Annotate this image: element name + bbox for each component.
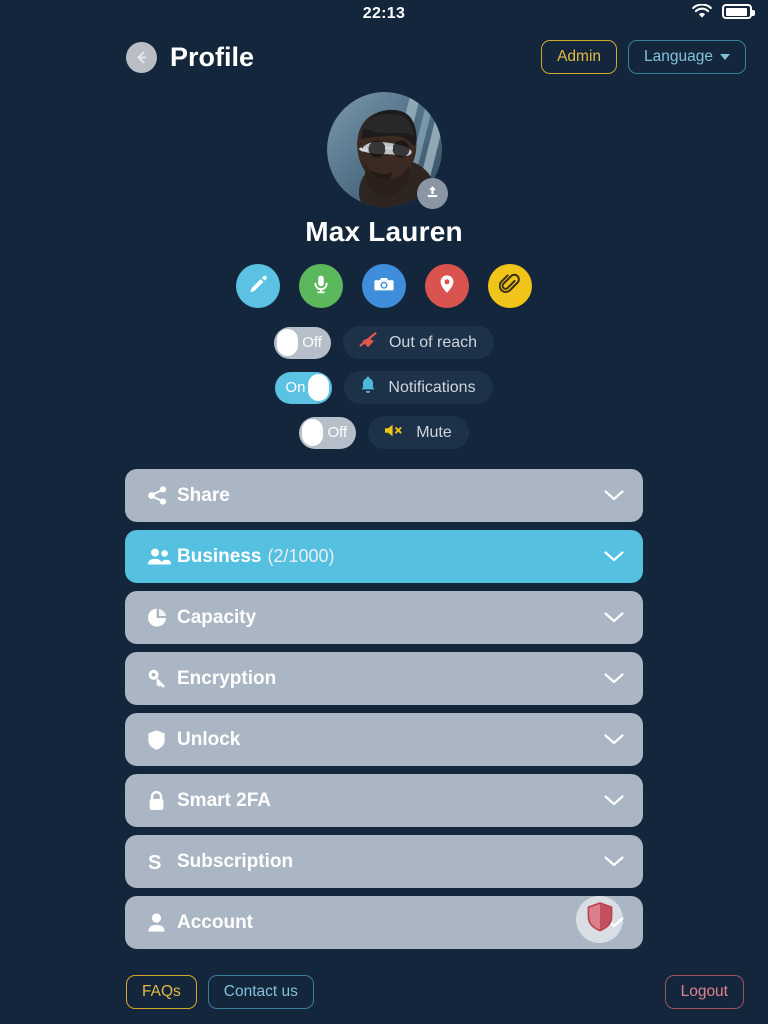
volume-mute-icon	[383, 422, 405, 444]
out-of-reach-label-pill[interactable]: Out of reach	[342, 326, 495, 359]
users-icon	[147, 547, 173, 567]
notifications-label: Notifications	[388, 378, 476, 396]
mute-switch[interactable]: Off	[299, 416, 357, 449]
toggle-row-out-of-reach: Off Out of reach	[273, 326, 495, 359]
lock-icon	[147, 790, 173, 812]
header-actions: Admin Language	[541, 40, 746, 74]
paperclip-icon	[498, 273, 521, 300]
chevron-down-icon[interactable]	[603, 794, 625, 807]
svg-text:S: S	[148, 852, 161, 873]
attach-action-button[interactable]	[488, 264, 532, 308]
list-item-capacity-label: Capacity	[177, 606, 257, 628]
list-item-share-label: Share	[177, 484, 230, 506]
mute-label: Mute	[416, 423, 452, 441]
wifi-icon	[692, 4, 712, 19]
mute-label-pill[interactable]: Mute	[368, 416, 469, 449]
bottom-bar: FAQs Contact us Logout	[0, 968, 768, 1024]
list-item-capacity[interactable]: Capacity	[125, 591, 643, 644]
status-bar: 22:13	[0, 0, 768, 28]
list-item-unlock[interactable]: Unlock	[125, 713, 643, 766]
avatar[interactable]	[326, 92, 448, 209]
arrow-left-icon	[133, 49, 150, 66]
shield-half-icon	[586, 901, 614, 938]
pie-chart-icon	[147, 607, 173, 628]
list-item-business[interactable]: Business (2/1000)	[125, 530, 643, 583]
shield-icon	[147, 729, 173, 751]
security-badge-button[interactable]	[576, 896, 623, 943]
key-icon	[147, 668, 173, 689]
list-item-smart-2fa[interactable]: Smart 2FA	[125, 774, 643, 827]
battery-icon	[722, 4, 755, 19]
back-button[interactable]	[126, 41, 157, 73]
list-item-unlock-label: Unlock	[177, 728, 241, 750]
settings-list: Share Business (2/1000) Capacity Encrypt…	[125, 469, 643, 949]
language-dropdown[interactable]: Language	[628, 40, 746, 74]
toggle-list: Off Out of reach On Notifications Off Mu…	[0, 326, 768, 449]
upload-icon	[424, 183, 441, 205]
stripe-s-icon: S	[147, 851, 173, 873]
chevron-down-icon[interactable]	[603, 611, 625, 624]
status-indicators	[692, 4, 755, 19]
page-title: Profile	[170, 41, 255, 72]
caret-down-icon	[720, 54, 730, 60]
profile-header: Max Lauren	[0, 92, 768, 248]
list-item-smart-2fa-label: Smart 2FA	[177, 789, 271, 811]
language-dropdown-label: Language	[644, 48, 713, 65]
contact-us-button-label: Contact us	[223, 983, 298, 1000]
admin-button[interactable]: Admin	[541, 40, 618, 74]
map-pin-icon	[436, 273, 458, 300]
admin-button-label: Admin	[557, 48, 602, 65]
toggle-row-mute: Off Mute	[299, 416, 469, 449]
quick-actions	[0, 264, 768, 308]
out-of-reach-switch[interactable]: Off	[273, 326, 331, 359]
edit-action-button[interactable]	[236, 264, 280, 308]
notifications-switch-state: On	[285, 379, 306, 396]
signal-off-icon	[358, 331, 378, 354]
chevron-down-icon[interactable]	[603, 733, 625, 746]
faqs-button-label: FAQs	[142, 983, 181, 1000]
list-item-account-label: Account	[177, 911, 253, 933]
logout-button[interactable]: Logout	[664, 975, 744, 1009]
profile-screen: 22:13 Profile Admin Language Max Lauren …	[0, 0, 768, 1024]
list-item-account[interactable]: Account	[125, 896, 643, 949]
chevron-down-icon[interactable]	[603, 550, 625, 563]
status-time: 22:13	[362, 5, 406, 22]
out-of-reach-label: Out of reach	[388, 333, 478, 351]
notifications-label-pill[interactable]: Notifications	[344, 371, 493, 404]
list-item-subscription-label: Subscription	[177, 850, 294, 872]
voice-action-button[interactable]	[299, 264, 343, 308]
chevron-down-icon[interactable]	[603, 672, 625, 685]
list-item-subscription[interactable]: S Subscription	[125, 835, 643, 888]
list-item-share[interactable]: Share	[125, 469, 643, 522]
faqs-button[interactable]: FAQs	[126, 975, 197, 1009]
out-of-reach-switch-state: Off	[302, 334, 322, 351]
pencil-icon	[247, 273, 269, 300]
list-item-business-label: Business	[177, 545, 262, 567]
header-bar: Profile Admin Language	[0, 28, 768, 86]
notifications-switch[interactable]: On	[275, 371, 333, 404]
logout-button-label: Logout	[680, 983, 728, 1000]
chevron-down-icon[interactable]	[603, 855, 625, 868]
contact-us-button[interactable]: Contact us	[207, 975, 314, 1009]
profile-name: Max Lauren	[305, 216, 463, 247]
upload-avatar-button[interactable]	[416, 178, 448, 209]
location-action-button[interactable]	[425, 264, 469, 308]
microphone-icon	[310, 273, 332, 300]
user-icon	[147, 912, 173, 933]
camera-icon	[373, 273, 395, 300]
list-item-encryption[interactable]: Encryption	[125, 652, 643, 705]
chevron-down-icon[interactable]	[603, 489, 625, 502]
list-item-business-count: (2/1000)	[267, 546, 335, 566]
camera-action-button[interactable]	[362, 264, 406, 308]
toggle-row-notifications: On Notifications	[275, 371, 493, 404]
share-icon	[147, 485, 173, 506]
mute-switch-state: Off	[327, 424, 348, 441]
list-item-encryption-label: Encryption	[177, 667, 277, 689]
bell-icon	[359, 376, 377, 400]
